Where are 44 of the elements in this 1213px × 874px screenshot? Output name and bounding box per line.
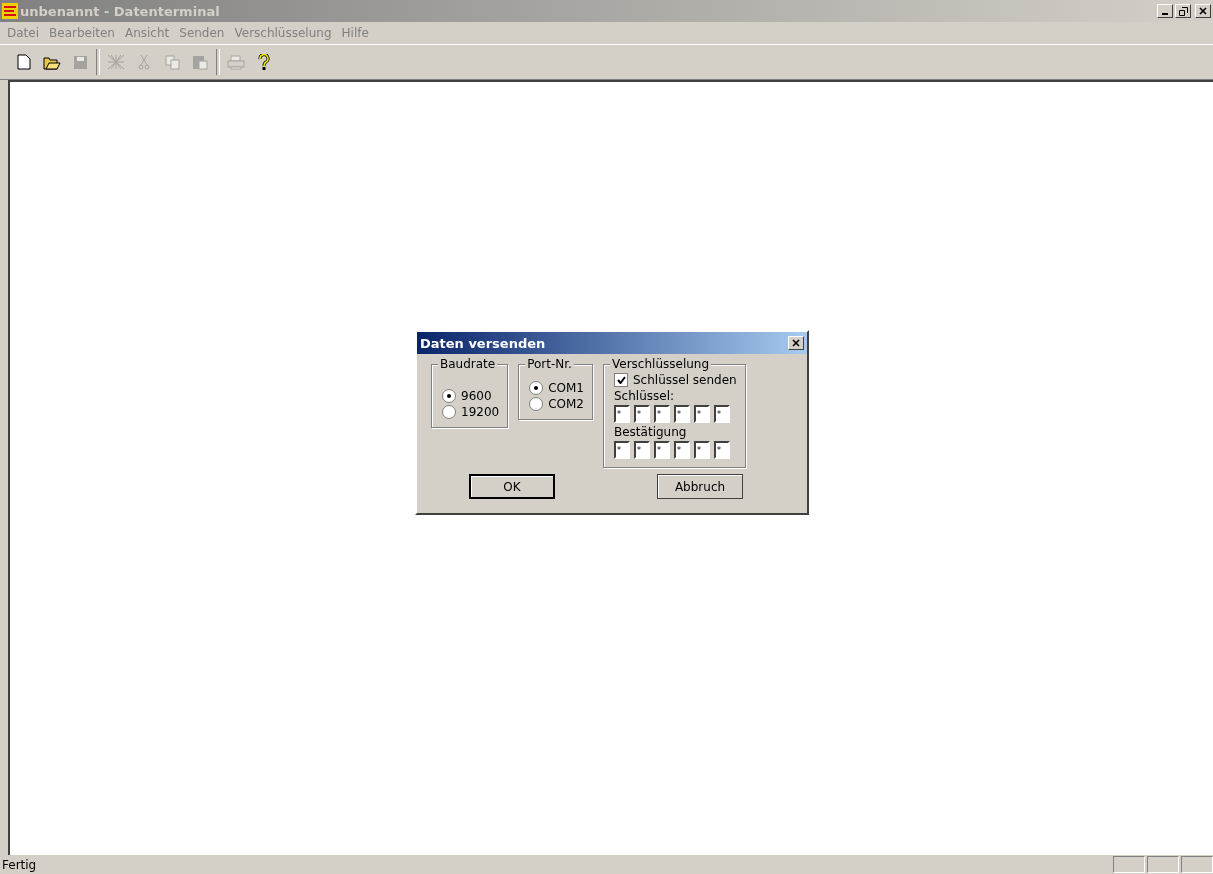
- window-title: unbenannt - Datenterminal: [20, 3, 221, 19]
- status-text: Fertig: [2, 857, 38, 872]
- confirmation-field[interactable]: *: [614, 441, 630, 459]
- confirmation-field[interactable]: *: [654, 441, 670, 459]
- radio-button[interactable]: [442, 389, 456, 403]
- close-button[interactable]: [788, 336, 804, 350]
- dialog-title: Daten versenden: [420, 335, 547, 351]
- confirmation-field[interactable]: *: [674, 441, 690, 459]
- checkbox[interactable]: [614, 373, 628, 387]
- radio-button[interactable]: [442, 405, 456, 419]
- key-field[interactable]: *: [634, 405, 650, 423]
- key-field[interactable]: *: [674, 405, 690, 423]
- group-title: Port-Nr.: [525, 357, 574, 371]
- group-title: Baudrate: [438, 357, 498, 371]
- status-pane: [1181, 856, 1213, 873]
- app-icon: [2, 3, 18, 19]
- key-field[interactable]: *: [714, 405, 730, 423]
- group-title: Verschlüsselung: [610, 357, 712, 371]
- radio-label: 19200: [461, 405, 500, 419]
- key-field[interactable]: *: [694, 405, 710, 423]
- status-pane: [1147, 856, 1179, 873]
- key-field[interactable]: *: [614, 405, 630, 423]
- close-icon: [1199, 7, 1207, 15]
- radio-label: COM2: [548, 397, 584, 411]
- confirmation-field[interactable]: *: [634, 441, 650, 459]
- radio-label: 9600: [461, 389, 492, 403]
- radio-button[interactable]: [529, 381, 544, 395]
- restore-button[interactable]: [1175, 4, 1191, 18]
- ok-button[interactable]: OK: [469, 474, 555, 499]
- restore-icon: [1178, 6, 1188, 16]
- close-icon: [792, 339, 800, 347]
- checkbox-label: Schlüssel senden: [633, 373, 737, 387]
- close-button[interactable]: [1195, 4, 1211, 18]
- confirmation-field[interactable]: *: [714, 441, 730, 459]
- key-label: Schlüssel:: [614, 389, 676, 403]
- radio-button[interactable]: [529, 397, 544, 411]
- minimize-button[interactable]: [1157, 4, 1173, 18]
- confirmation-label: Bestätigung: [614, 425, 688, 439]
- status-pane: [1113, 856, 1145, 873]
- confirmation-field[interactable]: *: [694, 441, 710, 459]
- radio-label: COM1: [548, 381, 584, 395]
- cancel-button[interactable]: Abbruch: [657, 474, 743, 499]
- key-field[interactable]: *: [654, 405, 670, 423]
- checkmark-icon: [616, 376, 626, 384]
